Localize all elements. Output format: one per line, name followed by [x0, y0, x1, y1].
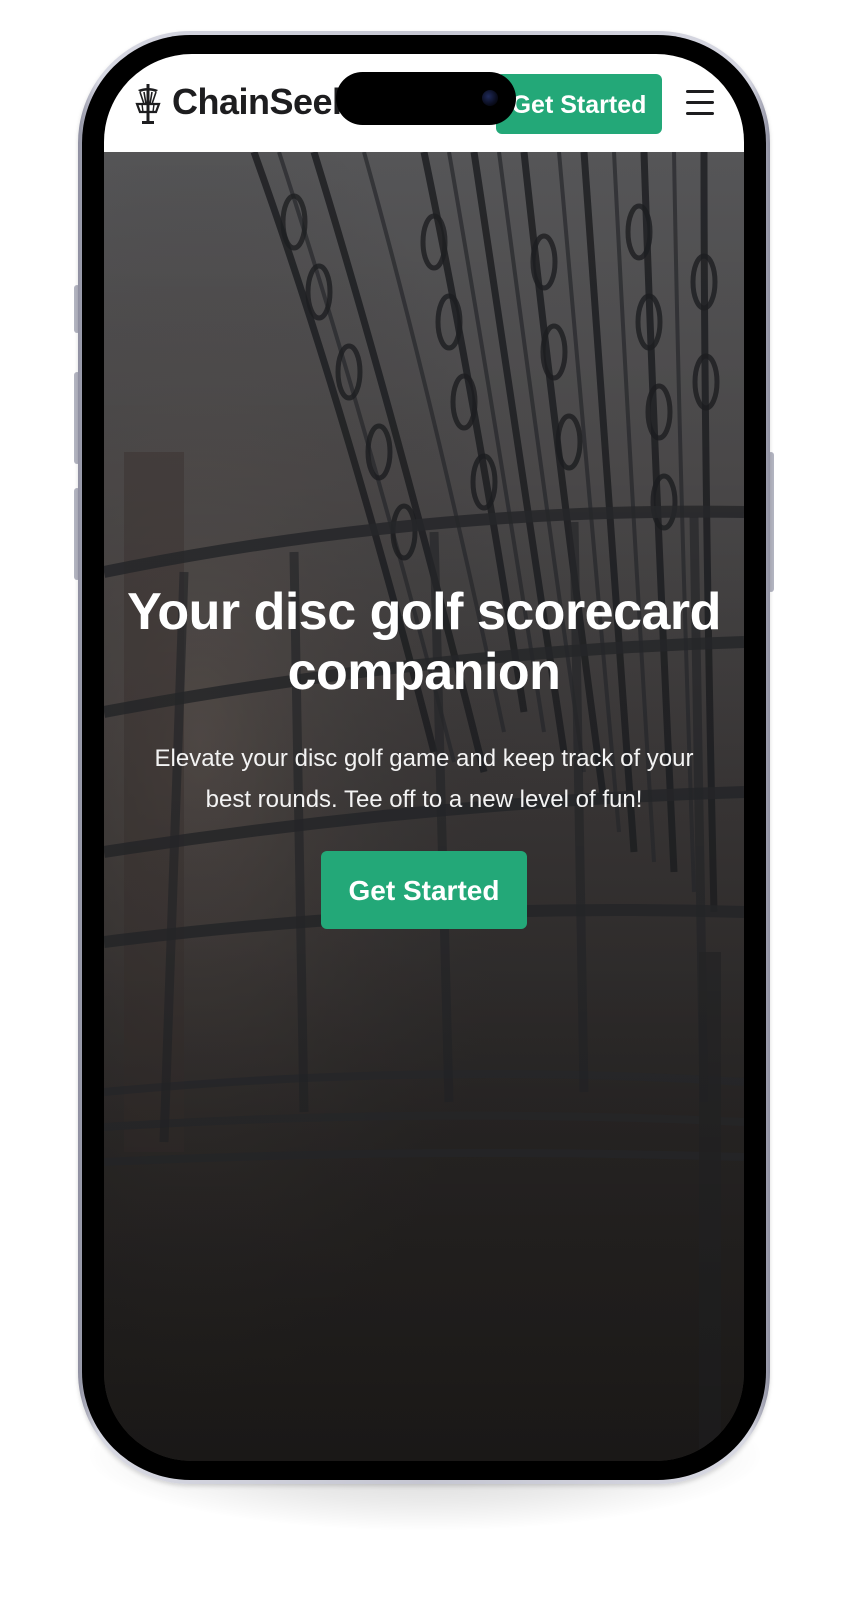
- hero-get-started-button[interactable]: Get Started: [321, 851, 527, 929]
- brand-name[interactable]: ChainSeek: [172, 81, 352, 123]
- hero-subtitle: Elevate your disc golf game and keep tra…: [154, 745, 694, 813]
- device-mockup: ChainSeek Get Started Your disc golf sco…: [0, 0, 850, 1616]
- dynamic-island: [336, 72, 516, 125]
- front-camera-icon: [482, 90, 498, 106]
- phone-screen: ChainSeek Get Started Your disc golf sco…: [104, 54, 744, 1461]
- nav-get-started-button[interactable]: Get Started: [496, 74, 662, 134]
- disc-golf-basket-icon[interactable]: [134, 84, 162, 124]
- hero-section: Your disc golf scorecard companion Eleva…: [104, 152, 744, 1461]
- hero-title: Your disc golf scorecard companion: [127, 583, 721, 701]
- hero-content: Your disc golf scorecard companion Eleva…: [104, 582, 744, 929]
- hamburger-menu-icon[interactable]: [686, 90, 714, 116]
